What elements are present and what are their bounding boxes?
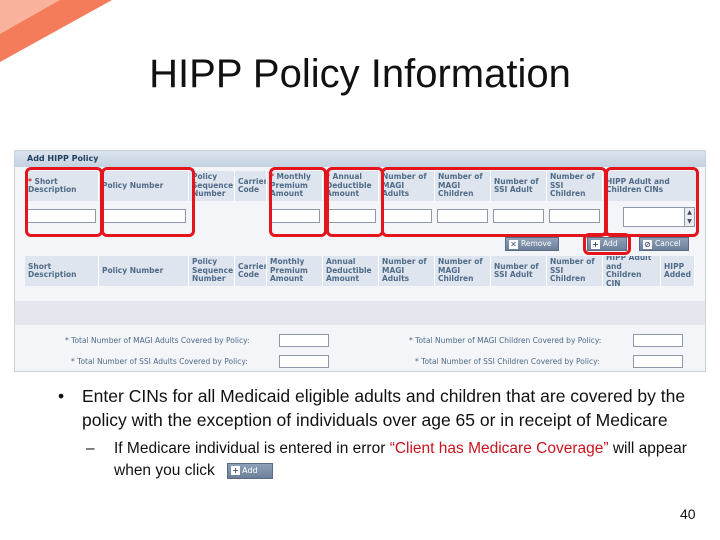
th-ssi-adult: Number of SSI Adult xyxy=(491,256,547,286)
plus-icon: + xyxy=(591,239,600,249)
col-carrier-code: Carrier Code xyxy=(235,171,267,201)
form-header-row: * Short Description Policy Number Policy… xyxy=(25,171,697,201)
th-annual-deductible: Annual Deductible Amount xyxy=(323,256,379,286)
col-monthly-premium: * Monthly Premium Amount xyxy=(267,171,323,201)
remove-icon: ✕ xyxy=(509,239,518,249)
section-divider xyxy=(15,301,705,325)
th-magi-adults: Number of MAGI Adults xyxy=(379,256,435,286)
bullet-dot-icon: • xyxy=(58,386,65,406)
annual-deductible-input[interactable] xyxy=(325,209,376,223)
form-input-row xyxy=(25,205,603,227)
hipp-cins-input[interactable]: ▲ ▼ xyxy=(623,207,695,227)
th-policy-sequence-number: Policy Sequence Number xyxy=(189,256,235,286)
scroll-up-icon[interactable]: ▲ xyxy=(685,208,694,217)
th-magi-children: Number of MAGI Children xyxy=(435,256,491,286)
bullet-list: • Enter CINs for all Medicaid eligible a… xyxy=(58,384,698,482)
results-table-header: Short Description Policy Number Policy S… xyxy=(25,256,695,286)
plus-icon: + xyxy=(231,466,241,476)
ssi-adult-input[interactable] xyxy=(493,209,544,223)
remove-button[interactable]: ✕ Remove xyxy=(505,237,559,251)
cancel-button[interactable]: ⊘ Cancel xyxy=(639,237,689,251)
col-ssi-adult: Number of SSI Adult xyxy=(491,171,547,201)
total-magi-adults-label: * Total Number of MAGI Adults Covered by… xyxy=(65,336,250,345)
short-description-input[interactable] xyxy=(27,209,96,223)
th-short-description: Short Description xyxy=(25,256,99,286)
bullet-main: • Enter CINs for all Medicaid eligible a… xyxy=(58,386,686,430)
monthly-premium-input[interactable] xyxy=(269,209,320,223)
total-magi-children-label: * Total Number of MAGI Children Covered … xyxy=(409,336,602,345)
medicare-error-message: “Client has Medicare Coverage” xyxy=(389,440,609,457)
hipp-form-screenshot: Add HIPP Policy * Short Description Poli… xyxy=(14,150,706,372)
magi-adults-input[interactable] xyxy=(381,209,432,223)
th-ssi-children: Number of SSI Children xyxy=(547,256,603,286)
th-policy-number: Policy Number xyxy=(99,256,189,286)
magi-children-input[interactable] xyxy=(437,209,488,223)
col-magi-adults: Number of MAGI Adults xyxy=(379,171,435,201)
cins-scroll-arrows[interactable]: ▲ ▼ xyxy=(684,208,694,226)
add-button[interactable]: + Add xyxy=(587,237,627,251)
total-ssi-children-label: * Total Number of SSI Children Covered b… xyxy=(415,357,600,366)
th-hipp-cin: HIPP Adult and Children CIN xyxy=(603,256,661,286)
scroll-down-icon[interactable]: ▼ xyxy=(685,217,694,226)
bullet-sub: – If Medicare individual is entered in e… xyxy=(86,440,687,479)
total-ssi-adults-input[interactable] xyxy=(279,355,329,368)
th-monthly-premium: Monthly Premium Amount xyxy=(267,256,323,286)
th-hipp-added: HIPP Added xyxy=(661,256,695,286)
form-header: Add HIPP Policy xyxy=(15,151,705,167)
total-magi-adults-input[interactable] xyxy=(279,334,329,347)
policy-number-input[interactable] xyxy=(101,209,186,223)
slide-title: HIPP Policy Information xyxy=(149,52,571,96)
col-magi-children: Number of MAGI Children xyxy=(435,171,491,201)
total-ssi-children-input[interactable] xyxy=(633,355,683,368)
th-carrier-code: Carrier Code xyxy=(235,256,267,286)
total-magi-children-input[interactable] xyxy=(633,334,683,347)
ssi-children-input[interactable] xyxy=(549,209,600,223)
col-ssi-children: Number of SSI Children xyxy=(547,171,603,201)
col-policy-number: Policy Number xyxy=(99,171,189,201)
cancel-icon: ⊘ xyxy=(643,239,652,249)
col-hipp-cins: HIPP Adult and Children CINs xyxy=(603,171,697,201)
col-short-description: * Short Description xyxy=(25,171,99,201)
col-annual-deductible: * Annual Deductible Amount xyxy=(323,171,379,201)
total-ssi-adults-label: * Total Number of SSI Adults Covered by … xyxy=(71,357,248,366)
inline-add-button: + Add xyxy=(227,462,274,479)
bullet-dash-icon: – xyxy=(86,440,95,457)
col-policy-sequence-number: Policy Sequence Number xyxy=(189,171,235,201)
page-number: 40 xyxy=(680,506,696,522)
